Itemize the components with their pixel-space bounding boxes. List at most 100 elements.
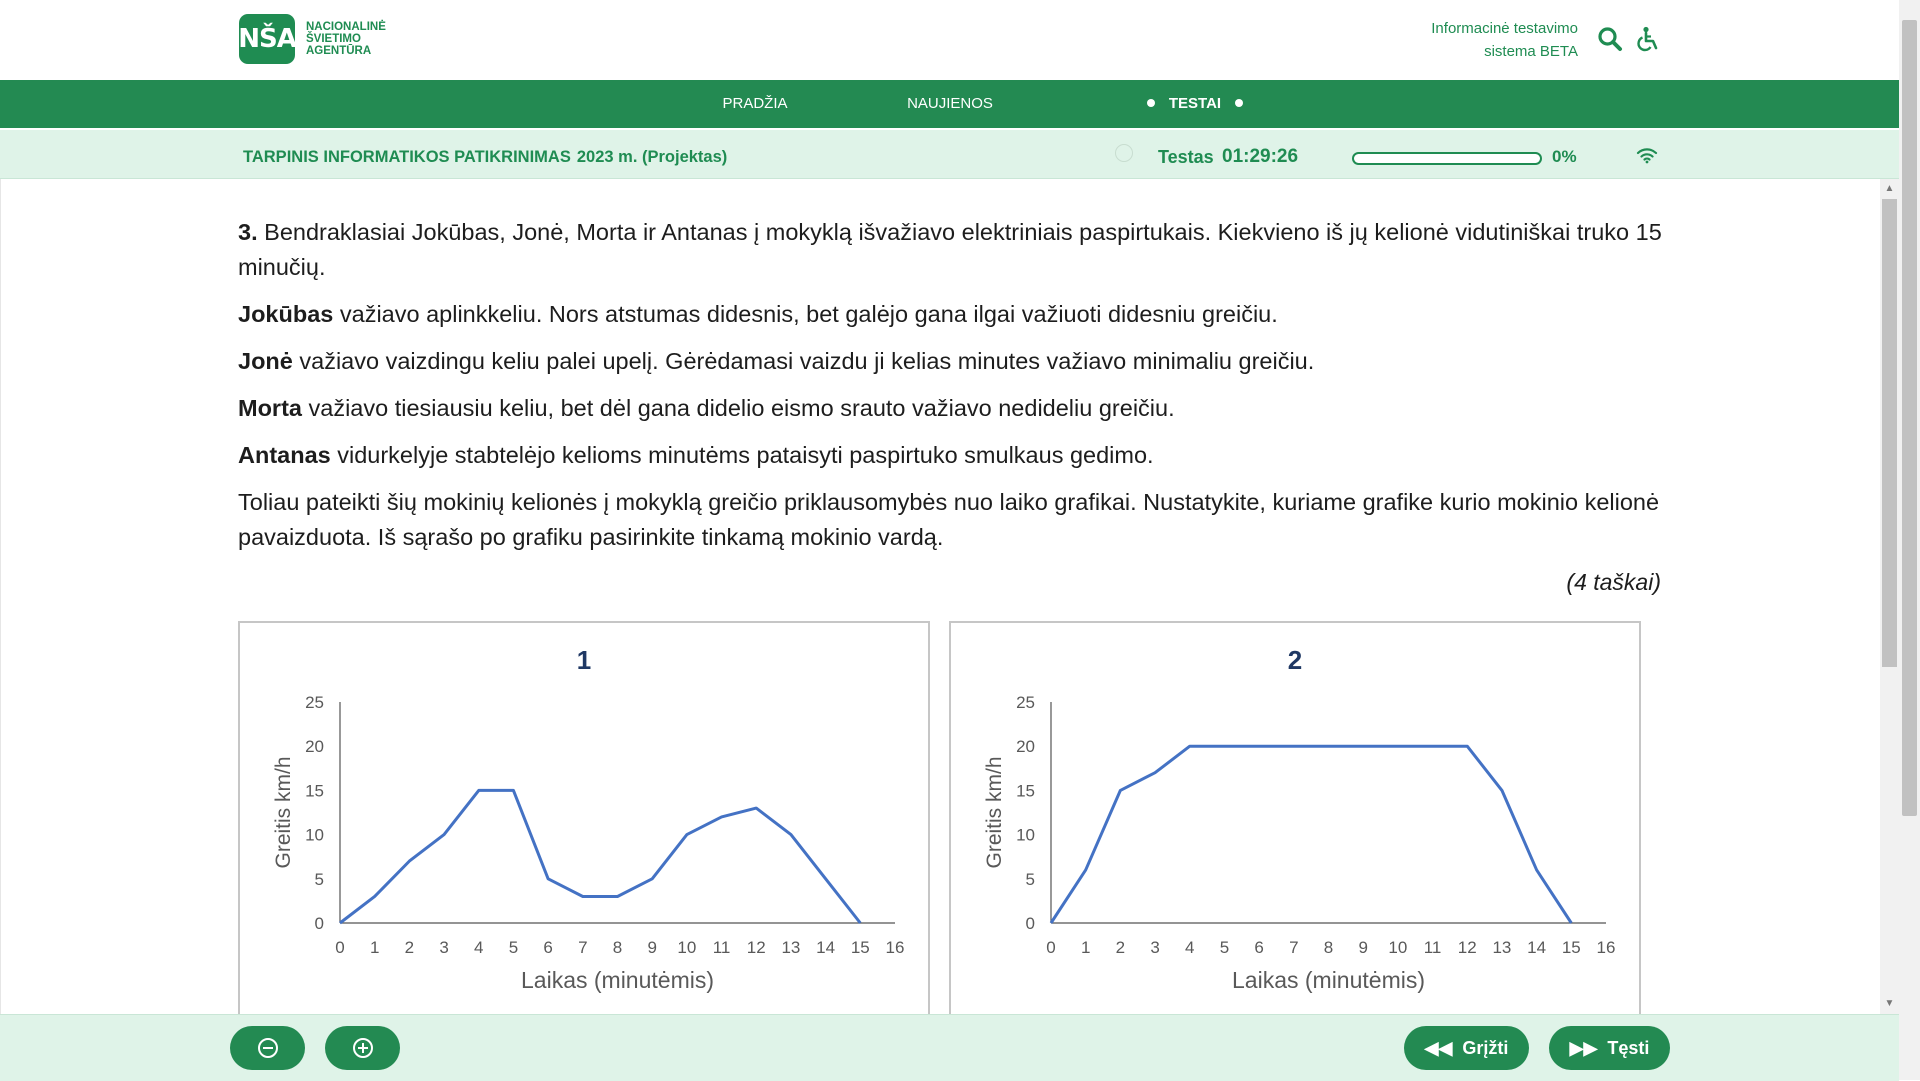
x-tick-label: 11	[1424, 938, 1442, 957]
y-axis-label: Greitis km/h	[983, 756, 1006, 868]
x-tick-label: 12	[747, 938, 766, 957]
x-tick-label: 1	[1081, 938, 1090, 957]
series-line	[1051, 746, 1571, 923]
question-content: 3. Bendraklasiai Jokūbas, Jonė, Morta ir…	[0, 179, 1881, 1014]
x-axis-label: Laikas (minutėmis)	[1232, 967, 1425, 993]
y-tick-label: 0	[315, 914, 324, 933]
zoom-out-icon	[258, 1038, 278, 1058]
scroll-down-arrow[interactable]: ▼	[1880, 996, 1899, 1012]
x-tick-label: 15	[851, 938, 870, 957]
next-button[interactable]: ▶▶Tęsti	[1549, 1026, 1670, 1070]
student-paragraph: Antanas vidurkelyje stabtelėjo kelioms m…	[238, 438, 1663, 473]
student-name: Jonė	[238, 348, 293, 374]
system-info: Informacinė testavimo sistema BETA	[1431, 17, 1578, 63]
progress-bar	[1352, 152, 1542, 165]
x-tick-label: 7	[578, 938, 587, 957]
nav-dot	[1235, 99, 1243, 107]
zoom-in-button[interactable]	[325, 1026, 400, 1070]
x-tick-label: 0	[335, 938, 344, 957]
back-label: Grįžti	[1462, 1038, 1508, 1059]
x-tick-label: 1	[370, 938, 379, 957]
page-scroll-thumb[interactable]	[1902, 20, 1917, 816]
y-axis-label: Greitis km/h	[272, 756, 295, 868]
logo-line: AGENTŪRA	[306, 45, 386, 57]
y-tick-label: 20	[1016, 737, 1035, 756]
zoom-out-button[interactable]	[230, 1026, 305, 1070]
student-name: Morta	[238, 395, 302, 421]
content-scrollbar[interactable]: ▲ ▼	[1880, 179, 1899, 1014]
question-intro-text: Bendraklasiai Jokūbas, Jonė, Morta ir An…	[238, 219, 1662, 280]
x-tick-label: 6	[1254, 938, 1263, 957]
question-points: (4 taškai)	[1566, 569, 1661, 596]
x-tick-label: 16	[886, 938, 905, 957]
logo-mark: NŠA	[239, 14, 295, 64]
exam-title: TARPINIS INFORMATIKOS PATIKRINIMAS2023 m…	[243, 130, 727, 184]
y-tick-label: 25	[1016, 693, 1035, 712]
search-icon[interactable]	[1597, 26, 1623, 52]
clock-icon	[1115, 144, 1133, 162]
nsa-logo[interactable]: NŠA NACIONALINĖ ŠVIETIMO AGENTŪRA	[239, 14, 386, 64]
question-number: 3.	[238, 219, 258, 245]
y-tick-label: 5	[315, 870, 324, 889]
y-tick-label: 20	[305, 737, 324, 756]
student-name: Jokūbas	[238, 301, 333, 327]
student-text: vidurkelyje stabtelėjo kelioms minutėms …	[331, 442, 1154, 468]
chart-2-svg: 20510152025012345678910111213141516Laika…	[951, 623, 1639, 1014]
x-tick-label: 2	[1116, 938, 1125, 957]
wifi-icon	[1636, 146, 1658, 164]
exam-bar: TARPINIS INFORMATIKOS PATIKRINIMAS2023 m…	[0, 130, 1899, 179]
y-tick-label: 10	[305, 826, 324, 845]
x-tick-label: 7	[1289, 938, 1298, 957]
next-label: Tęsti	[1607, 1038, 1649, 1059]
nav-item-label: TESTAI	[1169, 95, 1221, 112]
progress-value: 0%	[1552, 130, 1577, 184]
student-paragraph: Jokūbas važiavo aplinkkeliu. Nors atstum…	[238, 297, 1663, 332]
x-tick-label: 13	[781, 938, 800, 957]
student-text: važiavo aplinkkeliu. Nors atstumas dides…	[333, 301, 1277, 327]
y-tick-label: 5	[1026, 870, 1035, 889]
x-tick-label: 8	[1324, 938, 1333, 957]
x-tick-label: 4	[1185, 938, 1194, 957]
x-tick-label: 12	[1458, 938, 1477, 957]
nav-item-testai[interactable]: TESTAI	[1110, 80, 1280, 128]
chart-1: 10510152025012345678910111213141516Laika…	[238, 621, 930, 1014]
logo-text: NACIONALINĖ ŠVIETIMO AGENTŪRA	[306, 21, 386, 57]
scroll-up-arrow[interactable]: ▲	[1880, 181, 1899, 197]
x-tick-label: 9	[1358, 938, 1367, 957]
x-tick-label: 13	[1492, 938, 1511, 957]
zoom-in-icon	[353, 1038, 373, 1058]
x-tick-label: 8	[613, 938, 622, 957]
x-tick-label: 5	[1220, 938, 1229, 957]
x-tick-label: 5	[509, 938, 518, 957]
system-info-line2: sistema BETA	[1431, 40, 1578, 63]
logo-line: ŠVIETIMO	[306, 33, 386, 45]
rewind-icon: ◀◀	[1425, 1038, 1453, 1059]
student-name: Antanas	[238, 442, 331, 468]
nav-item-naujienos[interactable]: NAUJIENOS	[865, 80, 1035, 128]
x-tick-label: 3	[439, 938, 448, 957]
question-instruction: Toliau pateikti šių mokinių kelionės į m…	[238, 485, 1663, 555]
series-line	[340, 790, 860, 923]
x-tick-label: 4	[474, 938, 483, 957]
accessibility-icon[interactable]	[1634, 26, 1660, 52]
x-tick-label: 14	[816, 938, 835, 957]
x-tick-label: 2	[405, 938, 414, 957]
question-intro: 3. Bendraklasiai Jokūbas, Jonė, Morta ir…	[238, 215, 1663, 285]
x-tick-label: 10	[1388, 938, 1407, 957]
nav-item-pradzia[interactable]: PRADŽIA	[670, 80, 840, 128]
y-tick-label: 15	[305, 781, 324, 800]
page-scrollbar[interactable]	[1899, 0, 1920, 1080]
main-nav: PRADŽIA NAUJIENOS TESTAI	[0, 80, 1899, 128]
student-paragraph: Jonė važiavo vaizdingu keliu palei upelį…	[238, 344, 1663, 379]
back-button[interactable]: ◀◀ Grįžti	[1404, 1026, 1529, 1070]
content-scroll-thumb[interactable]	[1882, 199, 1897, 667]
nav-dot	[1147, 99, 1155, 107]
x-tick-label: 9	[647, 938, 656, 957]
x-tick-label: 10	[677, 938, 696, 957]
x-tick-label: 3	[1150, 938, 1159, 957]
x-tick-label: 11	[713, 938, 731, 957]
y-tick-label: 15	[1016, 781, 1035, 800]
y-tick-label: 0	[1026, 914, 1035, 933]
student-paragraph: Morta važiavo tiesiausiu keliu, bet dėl …	[238, 391, 1663, 426]
exam-name: TARPINIS INFORMATIKOS PATIKRINIMAS	[243, 148, 571, 166]
